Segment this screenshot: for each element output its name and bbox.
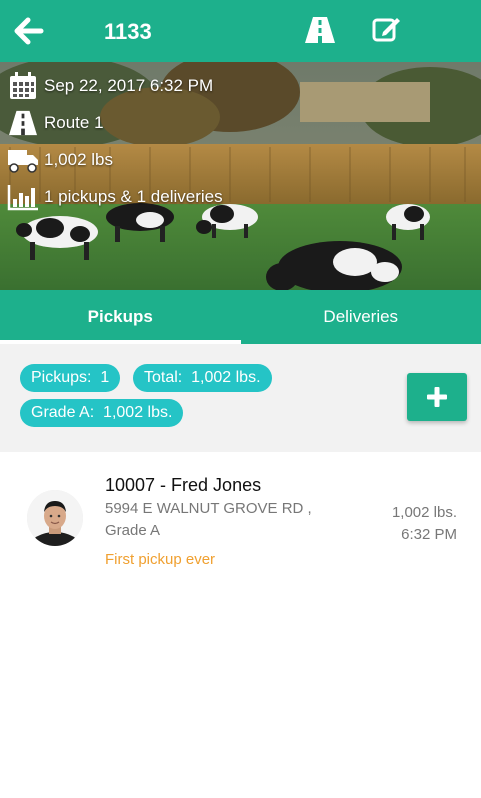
pickup-summary: Pickups: 1 Total: 1,002 lbs. Grade A: 1,… <box>0 344 481 452</box>
road-icon <box>305 17 335 43</box>
tab-deliveries[interactable]: Deliveries <box>241 290 481 344</box>
plus-icon <box>427 387 447 407</box>
grade-a-value: 1,002 lbs. <box>103 404 173 421</box>
bar-chart-icon <box>7 185 38 211</box>
route-text: Route 1 <box>44 113 104 132</box>
stops-row: 1 pickups & 1 deliveries <box>6 181 223 213</box>
pickup-meta: 1,002 lbs. 6:32 PM <box>392 502 457 546</box>
pickup-street: 5994 E WALNUT GROVE RD , <box>105 500 312 517</box>
arrow-left-icon <box>14 17 44 45</box>
weight-text: 1,002 lbs <box>44 150 113 169</box>
edit-icon <box>372 18 400 42</box>
avatar <box>27 490 83 546</box>
pickup-address: 5994 E WALNUT GROVE RD , Grade A <box>105 498 312 542</box>
date-text: Sep 22, 2017 6:32 PM <box>44 76 214 95</box>
route-button[interactable] <box>304 15 336 45</box>
pickup-weight: 1,002 lbs. <box>391 504 457 521</box>
pickup-name: 10007 - Fred Jones <box>105 475 262 495</box>
back-button[interactable] <box>14 17 44 45</box>
road-icon <box>9 110 37 136</box>
pickup-note: First pickup ever <box>105 551 216 568</box>
stops-summary-text: 1 pickups & 1 deliveries <box>44 187 223 206</box>
add-pickup-button[interactable] <box>407 373 467 421</box>
total-value: 1,002 lbs. <box>191 369 261 386</box>
total-chip: Total: 1,002 lbs. <box>133 364 272 392</box>
app-bar: 1133 <box>0 0 481 62</box>
pickups-count-label: Pickups: <box>31 369 92 386</box>
pickups-count-chip: Pickups: 1 <box>20 364 121 392</box>
list-item[interactable]: 10007 - Fred Jones 5994 E WALNUT GROVE R… <box>0 452 481 582</box>
calendar-icon <box>10 72 36 99</box>
date-row: Sep 22, 2017 6:32 PM <box>6 70 213 102</box>
pickup-time: 6:32 PM <box>401 526 457 543</box>
tab-bar: Pickups Deliveries <box>0 290 481 344</box>
truck-icon <box>8 150 38 173</box>
page-title: 1133 <box>104 19 152 44</box>
grade-a-label: Grade A: <box>31 404 95 421</box>
weight-row: 1,002 lbs <box>6 144 113 176</box>
total-label: Total: <box>144 369 183 386</box>
grade-a-chip: Grade A: 1,002 lbs. <box>20 399 184 427</box>
edit-button[interactable] <box>371 14 403 44</box>
hero-banner: Sep 22, 2017 6:32 PM Route 1 1,002 lbs 1… <box>0 62 481 290</box>
route-row: Route 1 <box>6 107 104 139</box>
pickups-count-value: 1 <box>100 369 110 386</box>
pickup-grade: Grade A <box>105 522 161 539</box>
tab-pickups[interactable]: Pickups <box>0 290 241 344</box>
